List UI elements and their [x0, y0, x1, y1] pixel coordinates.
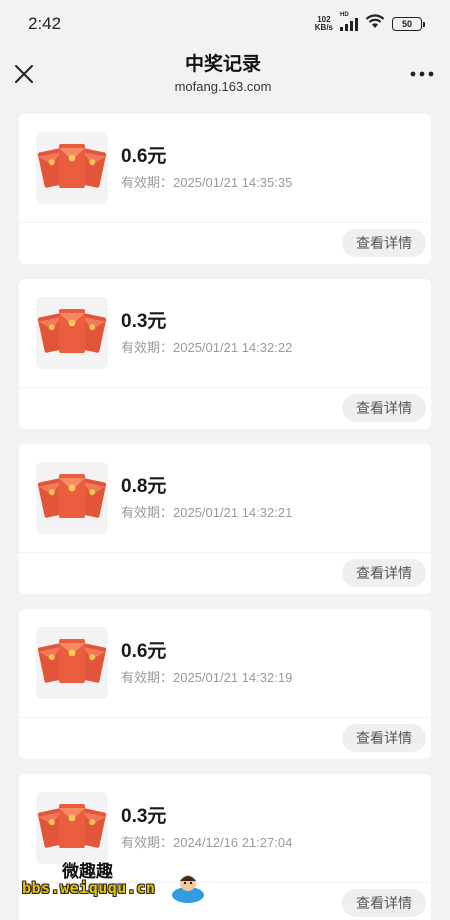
red-packet-thumbnail	[36, 792, 108, 864]
red-packet-icon	[38, 804, 106, 848]
validity-date: 2025/01/21 14:32:19	[173, 670, 293, 685]
red-packet-icon	[38, 144, 106, 188]
signal-icon: HD	[340, 12, 358, 31]
signal-hd-label: HD	[340, 11, 349, 18]
validity-date: 2025/01/21 14:32:22	[173, 340, 293, 355]
prize-amount: 0.3元	[121, 311, 167, 332]
validity-date: 2025/01/21 14:32:21	[173, 505, 293, 520]
view-details-button[interactable]: 查看详情	[342, 229, 426, 257]
validity-date: 2024/12/16 21:27:04	[173, 835, 293, 850]
card-divider	[19, 387, 431, 388]
validity-label: 有效期：	[121, 670, 174, 685]
close-button[interactable]	[12, 62, 36, 86]
validity-label: 有效期：	[121, 175, 174, 190]
prize-record-card: 0.6元 有效期：2025/01/21 14:35:35 查看详情	[19, 114, 431, 264]
red-packet-icon	[38, 639, 106, 683]
prize-amount: 0.3元	[121, 806, 167, 827]
red-packet-icon	[38, 474, 106, 518]
validity-text: 有效期：2025/01/21 14:32:22	[121, 340, 292, 356]
view-details-button[interactable]: 查看详情	[342, 394, 426, 422]
prize-amount: 0.8元	[121, 476, 167, 497]
battery-indicator: 50	[392, 17, 425, 31]
validity-text: 有效期：2025/01/21 14:32:21	[121, 505, 292, 521]
network-speed: 102 KB/s	[315, 16, 333, 32]
nav-bar: 中奖记录 mofang.163.com	[0, 48, 450, 100]
nav-title-block: 中奖记录 mofang.163.com	[175, 53, 272, 95]
card-divider	[19, 222, 431, 223]
network-speed-unit: KB/s	[314, 23, 333, 32]
red-packet-icon	[38, 309, 106, 353]
watermark-url: bbs.weiququ.cn	[22, 879, 156, 897]
prize-amount: 0.6元	[121, 146, 167, 167]
page-domain: mofang.163.com	[174, 79, 272, 94]
watermark-logo-icon	[172, 875, 204, 903]
validity-label: 有效期：	[121, 505, 174, 520]
view-details-button[interactable]: 查看详情	[342, 559, 426, 587]
site-watermark: 微趣趣 bbs.weiququ.cn	[22, 855, 204, 915]
status-bar: 2:42 102 KB/s HD 50	[0, 0, 450, 48]
prize-record-list: 0.6元 有效期：2025/01/21 14:35:35 查看详情 0.3元 有…	[0, 100, 450, 920]
more-icon	[410, 71, 434, 77]
validity-text: 有效期：2025/01/21 14:32:19	[121, 670, 292, 686]
prize-record-card: 0.3元 有效期：2025/01/21 14:32:22 查看详情	[19, 279, 431, 429]
validity-label: 有效期：	[121, 835, 174, 850]
red-packet-thumbnail	[36, 297, 108, 369]
status-icons: 102 KB/s HD 50	[315, 12, 425, 34]
card-divider	[19, 717, 431, 718]
validity-date: 2025/01/21 14:35:35	[173, 175, 293, 190]
red-packet-thumbnail	[36, 132, 108, 204]
prize-amount: 0.6元	[121, 641, 167, 662]
prize-record-card: 0.8元 有效期：2025/01/21 14:32:21 查看详情	[19, 444, 431, 594]
red-packet-thumbnail	[36, 627, 108, 699]
validity-text: 有效期：2024/12/16 21:27:04	[121, 835, 292, 851]
card-divider	[19, 552, 431, 553]
more-button[interactable]	[410, 62, 434, 86]
close-icon	[15, 65, 33, 83]
prize-record-card: 0.6元 有效期：2025/01/21 14:32:19 查看详情	[19, 609, 431, 759]
validity-label: 有效期：	[121, 340, 174, 355]
view-details-button[interactable]: 查看详情	[342, 724, 426, 752]
wifi-icon	[365, 14, 385, 34]
validity-text: 有效期：2025/01/21 14:35:35	[121, 175, 292, 191]
page-title: 中奖记录	[184, 54, 261, 75]
view-details-button[interactable]: 查看详情	[342, 889, 426, 917]
red-packet-thumbnail	[36, 462, 108, 534]
status-time: 2:42	[28, 14, 62, 33]
